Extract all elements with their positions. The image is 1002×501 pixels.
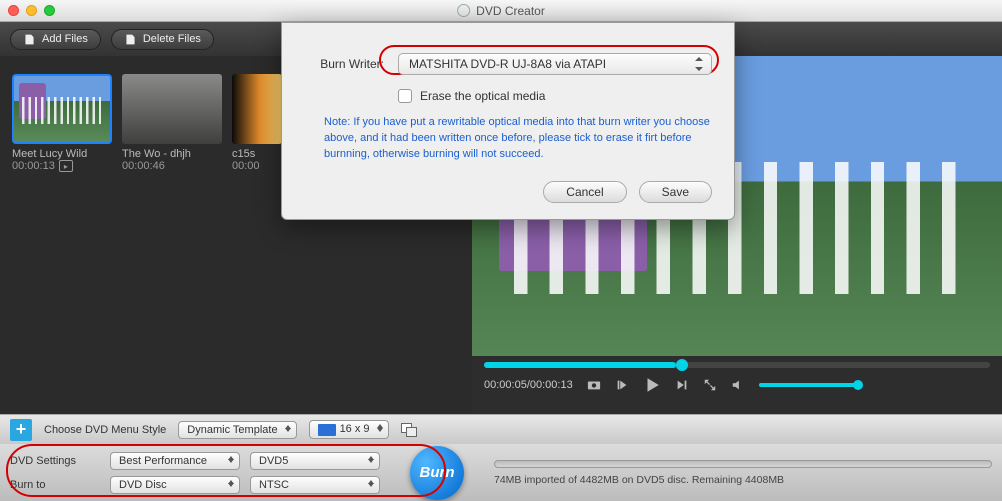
burn-writer-dialog: Burn Writer: MATSHITA DVD-R UJ-8A8 via A… bbox=[281, 22, 735, 220]
window-title: DVD Creator bbox=[457, 4, 545, 18]
settings-grid: DVD Settings Best Performance DVD5 Burn … bbox=[10, 452, 380, 494]
swap-layout-icon[interactable] bbox=[401, 423, 417, 437]
transport-controls: 00:00:05/00:00:13 bbox=[484, 376, 990, 394]
dialog-buttons: Cancel Save bbox=[304, 181, 712, 203]
delete-files-icon bbox=[124, 33, 137, 46]
burn-button[interactable]: Burn bbox=[410, 446, 464, 500]
fullscreen-icon[interactable] bbox=[703, 378, 717, 392]
burn-to-label: Burn to bbox=[10, 479, 100, 491]
disc-type-select[interactable]: DVD5 bbox=[250, 452, 380, 470]
burn-to-select[interactable]: DVD Disc bbox=[110, 476, 240, 494]
scrubber-fill bbox=[484, 362, 676, 368]
play-icon[interactable] bbox=[643, 376, 661, 394]
clip-name: c15s bbox=[232, 148, 282, 160]
app-icon bbox=[457, 4, 470, 17]
template-select[interactable]: Dynamic Template bbox=[178, 421, 296, 439]
scrubber-handle[interactable] bbox=[676, 359, 688, 371]
clip-duration: 00:00:13 bbox=[12, 160, 55, 172]
erase-row: Erase the optical media bbox=[398, 89, 712, 103]
clip-thumbnail bbox=[232, 74, 282, 144]
burn-writer-select[interactable]: MATSHITA DVD-R UJ-8A8 via ATAPI bbox=[398, 53, 712, 75]
clip-name: The Wo - dhjh bbox=[122, 148, 222, 160]
edit-clip-icon[interactable]: ▸ bbox=[59, 160, 73, 172]
volume-slider[interactable] bbox=[759, 383, 859, 387]
step-fwd-icon[interactable] bbox=[675, 378, 689, 392]
add-files-label: Add Files bbox=[42, 33, 88, 45]
writer-row: Burn Writer: MATSHITA DVD-R UJ-8A8 via A… bbox=[304, 53, 712, 75]
add-files-icon bbox=[23, 33, 36, 46]
minimize-icon[interactable] bbox=[26, 5, 37, 16]
scrubber[interactable] bbox=[484, 362, 990, 368]
time-display: 00:00:05/00:00:13 bbox=[484, 379, 573, 391]
erase-checkbox[interactable] bbox=[398, 89, 412, 103]
volume-handle[interactable] bbox=[853, 380, 863, 390]
settings-row: DVD Settings Best Performance DVD5 Burn … bbox=[0, 444, 1002, 501]
delete-files-label: Delete Files bbox=[143, 33, 201, 45]
clip-thumbnail bbox=[122, 74, 222, 144]
clip-duration: 00:00 bbox=[232, 160, 282, 172]
quality-select[interactable]: Best Performance bbox=[110, 452, 240, 470]
progress-area: 74MB imported of 4482MB on DVD5 disc. Re… bbox=[494, 460, 992, 486]
aspect-icon bbox=[318, 424, 336, 436]
menu-style-label: Choose DVD Menu Style bbox=[44, 424, 166, 436]
clip-item[interactable]: Meet Lucy Wild 00:00:13 ▸ bbox=[12, 74, 112, 172]
add-files-button[interactable]: Add Files bbox=[10, 29, 101, 50]
delete-files-button[interactable]: Delete Files bbox=[111, 29, 214, 50]
volume-icon[interactable] bbox=[731, 378, 745, 392]
dialog-note: Note: If you have put a rewritable optic… bbox=[324, 115, 712, 163]
progress-text: 74MB imported of 4482MB on DVD5 disc. Re… bbox=[494, 474, 992, 486]
standard-select[interactable]: NTSC bbox=[250, 476, 380, 494]
clip-duration: 00:00:46 bbox=[122, 160, 222, 172]
clip-name: Meet Lucy Wild bbox=[12, 148, 112, 160]
writer-label: Burn Writer: bbox=[304, 57, 384, 71]
window-controls bbox=[8, 5, 55, 16]
clip-item[interactable]: c15s 00:00 bbox=[232, 74, 282, 172]
transport-bar: 00:00:05/00:00:13 bbox=[472, 356, 1002, 414]
menu-style-row: + Choose DVD Menu Style Dynamic Template… bbox=[0, 414, 1002, 444]
window-title-text: DVD Creator bbox=[476, 4, 545, 18]
clip-duration-row: 00:00:13 ▸ bbox=[12, 160, 112, 172]
save-button[interactable]: Save bbox=[639, 181, 712, 203]
snapshot-icon[interactable] bbox=[587, 378, 601, 392]
step-back-icon[interactable] bbox=[615, 378, 629, 392]
cancel-button[interactable]: Cancel bbox=[543, 181, 626, 203]
close-icon[interactable] bbox=[8, 5, 19, 16]
progress-bar bbox=[494, 460, 992, 468]
clip-thumbnail bbox=[12, 74, 112, 144]
dvd-settings-label: DVD Settings bbox=[10, 455, 100, 467]
erase-label: Erase the optical media bbox=[420, 89, 545, 103]
titlebar: DVD Creator bbox=[0, 0, 1002, 22]
aspect-select[interactable]: 16 x 9 bbox=[309, 420, 389, 438]
volume-fill bbox=[759, 383, 859, 387]
add-menu-button[interactable]: + bbox=[10, 419, 32, 441]
zoom-icon[interactable] bbox=[44, 5, 55, 16]
clip-item[interactable]: The Wo - dhjh 00:00:46 bbox=[122, 74, 222, 172]
